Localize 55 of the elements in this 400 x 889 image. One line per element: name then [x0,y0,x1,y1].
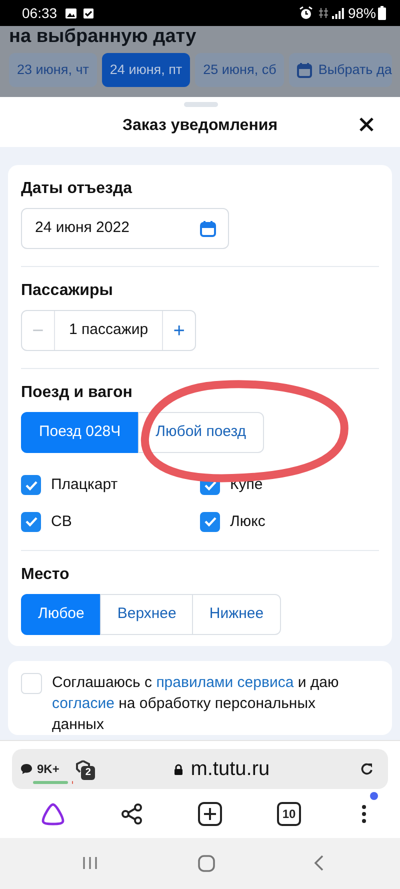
consent-link[interactable]: правилами сервиса [156,674,294,691]
consent-link[interactable]: согласие [52,695,114,712]
gallery-icon [65,8,78,18]
status-time: 06:33 [22,4,58,22]
battery-level: 98% [348,4,376,22]
date-value: 24 июня 2022 [35,218,130,238]
comment-count: 9K+ [37,761,60,778]
seat-option[interactable]: Любое [21,594,102,635]
plus-button[interactable]: + [163,311,196,350]
new-tab-button[interactable] [198,802,222,826]
calendar-icon [297,62,312,78]
page-heading: на выбранную дату [8,26,198,48]
checkbox-label: Люкс [230,512,266,532]
assistant-button[interactable] [40,802,66,826]
checkbox[interactable] [21,512,41,532]
lock-icon [174,764,183,774]
sheet-title: Заказ уведомления [122,116,278,136]
date-field[interactable]: 24 июня 2022 [21,208,229,249]
url-text: m.tutu.ru [190,757,270,782]
date-chip[interactable]: 24 июня, пт [102,53,190,87]
seat-option[interactable]: Нижнее [192,594,281,635]
checkmark-icon [24,480,38,491]
section-heading: Пассажиры [21,281,114,301]
alarm-icon [298,6,313,20]
section-heading: Поезд и вагон [21,383,134,403]
checkbox-label: СВ [51,512,72,532]
train-option[interactable]: Поезд 028Ч [21,412,139,453]
network-icon [318,7,328,19]
checkmark-icon [24,516,38,528]
date-chip[interactable]: 23 июня, чт [9,53,97,87]
checkbox[interactable] [21,475,41,496]
drag-handle[interactable] [184,102,218,107]
section-heading: Даты отъезда [21,179,134,199]
checkmark-icon [204,480,216,491]
tabs-button[interactable]: 10 [277,802,301,826]
battery-icon [378,6,386,20]
share-button[interactable] [121,802,143,826]
section-heading: Место [21,565,70,585]
kebab-icon [362,804,366,823]
tab-badge: 2 [81,766,95,780]
signal-icon [332,8,344,18]
passenger-count: 1 пассажир [54,311,164,350]
comment-icon [20,763,33,775]
tab-group-button[interactable]: 2 [75,756,98,782]
seat-option[interactable]: Верхнее [100,594,194,635]
train-option[interactable]: Любой поезд [138,412,264,453]
consent-text: Соглашаюсь с правилами сервиса и даю согласие на обработку персональных данных [52,673,340,735]
calendar-icon [200,220,216,237]
checkmark-icon [204,516,216,528]
date-chip[interactable]: 25 июня, сб [195,53,284,87]
checkbox-label: Плацкарт [51,475,118,495]
date-chip[interactable]: Выбрать да [289,53,392,87]
checkbox[interactable] [200,512,220,532]
rating-bar [33,781,73,784]
checkbox-icon [83,8,94,18]
